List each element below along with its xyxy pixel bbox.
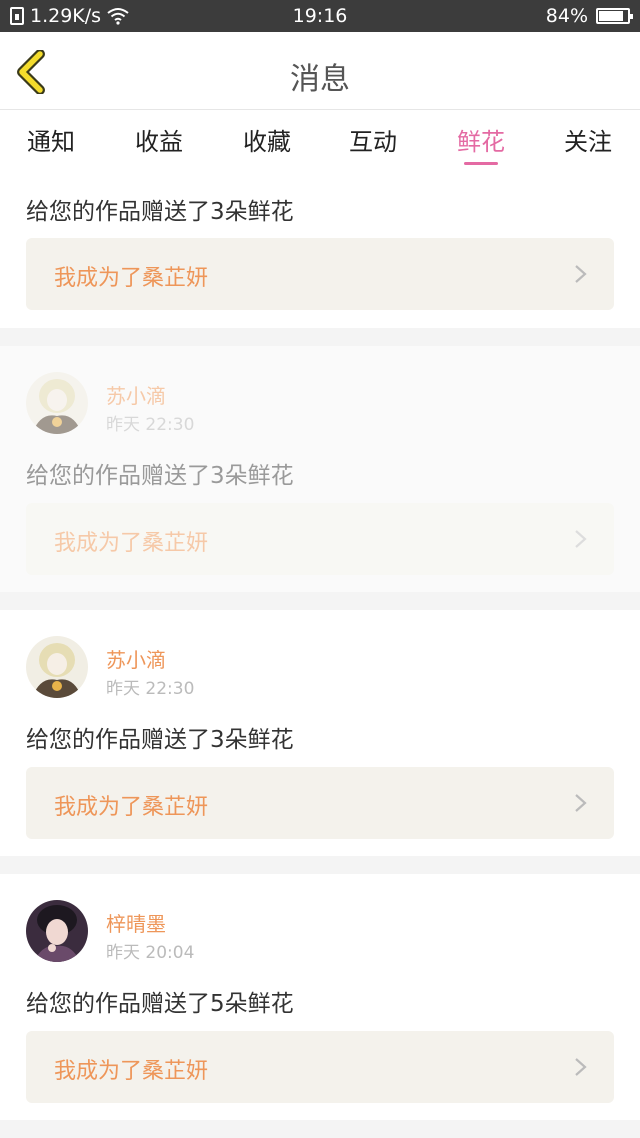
- message-text: 给您的作品赠送了3朵鲜花: [26, 463, 294, 489]
- nav-bar: 消息: [0, 32, 640, 110]
- timestamp: 昨天 22:30: [106, 679, 195, 699]
- username[interactable]: 苏小滴: [106, 380, 166, 409]
- avatar-image: [26, 636, 88, 698]
- message-text: 给您的作品赠送了3朵鲜花: [26, 727, 294, 753]
- avatar[interactable]: [26, 900, 88, 962]
- timestamp: 昨天 22:30: [106, 415, 195, 435]
- username[interactable]: 苏小滴: [106, 644, 166, 673]
- message-card: 苏小滴 昨天 22:30 给您的作品赠送了3朵鲜花 我成为了桑芷妍: [0, 610, 640, 856]
- message-text: 给您的作品赠送了3朵鲜花: [26, 199, 294, 225]
- chevron-right-icon: [575, 530, 587, 548]
- page-title: 消息: [290, 62, 350, 97]
- tab-bar: 通知 收益 收藏 互动 鲜花 关注: [0, 110, 640, 174]
- username[interactable]: 梓晴墨: [106, 908, 166, 937]
- tab-flowers[interactable]: 鲜花: [441, 122, 521, 157]
- chevron-right-icon: [575, 794, 587, 812]
- status-right: 84%: [545, 5, 633, 27]
- message-card: 给您的作品赠送了3朵鲜花 我成为了桑芷妍: [0, 174, 640, 328]
- work-link[interactable]: 我成为了桑芷妍: [26, 1031, 614, 1103]
- tab-interactions[interactable]: 互动: [333, 122, 413, 157]
- avatar-image: [26, 900, 88, 962]
- chevron-right-icon: [575, 1058, 587, 1076]
- message-card: 梓晴墨 昨天 20:04 给您的作品赠送了5朵鲜花 我成为了桑芷妍: [0, 874, 640, 1120]
- avatar[interactable]: [26, 636, 88, 698]
- work-link[interactable]: 我成为了桑芷妍: [26, 238, 614, 310]
- battery-percent: 84%: [545, 5, 588, 27]
- tab-notifications[interactable]: 通知: [11, 122, 91, 157]
- work-link-title: 我成为了桑芷妍: [54, 1059, 209, 1084]
- work-link[interactable]: 我成为了桑芷妍: [26, 503, 614, 575]
- battery-icon: [596, 8, 633, 24]
- avatar-image: [26, 372, 88, 434]
- tab-favorites[interactable]: 收藏: [227, 122, 307, 157]
- avatar[interactable]: [26, 372, 88, 434]
- message-card: 苏小滴 昨天 22:30 给您的作品赠送了3朵鲜花 我成为了桑芷妍: [0, 346, 640, 592]
- active-tab-indicator: [464, 162, 498, 165]
- tab-follows[interactable]: 关注: [548, 122, 628, 157]
- timestamp: 昨天 20:04: [106, 943, 195, 963]
- message-text: 给您的作品赠送了5朵鲜花: [26, 991, 294, 1017]
- chevron-right-icon: [575, 265, 587, 283]
- work-link-title: 我成为了桑芷妍: [54, 795, 209, 820]
- work-link[interactable]: 我成为了桑芷妍: [26, 767, 614, 839]
- status-bar: 1.29K/s 19:16 84%: [0, 0, 640, 32]
- clock: 19:16: [292, 5, 348, 27]
- tab-earnings[interactable]: 收益: [119, 122, 199, 157]
- work-link-title: 我成为了桑芷妍: [54, 266, 209, 291]
- work-link-title: 我成为了桑芷妍: [54, 531, 209, 556]
